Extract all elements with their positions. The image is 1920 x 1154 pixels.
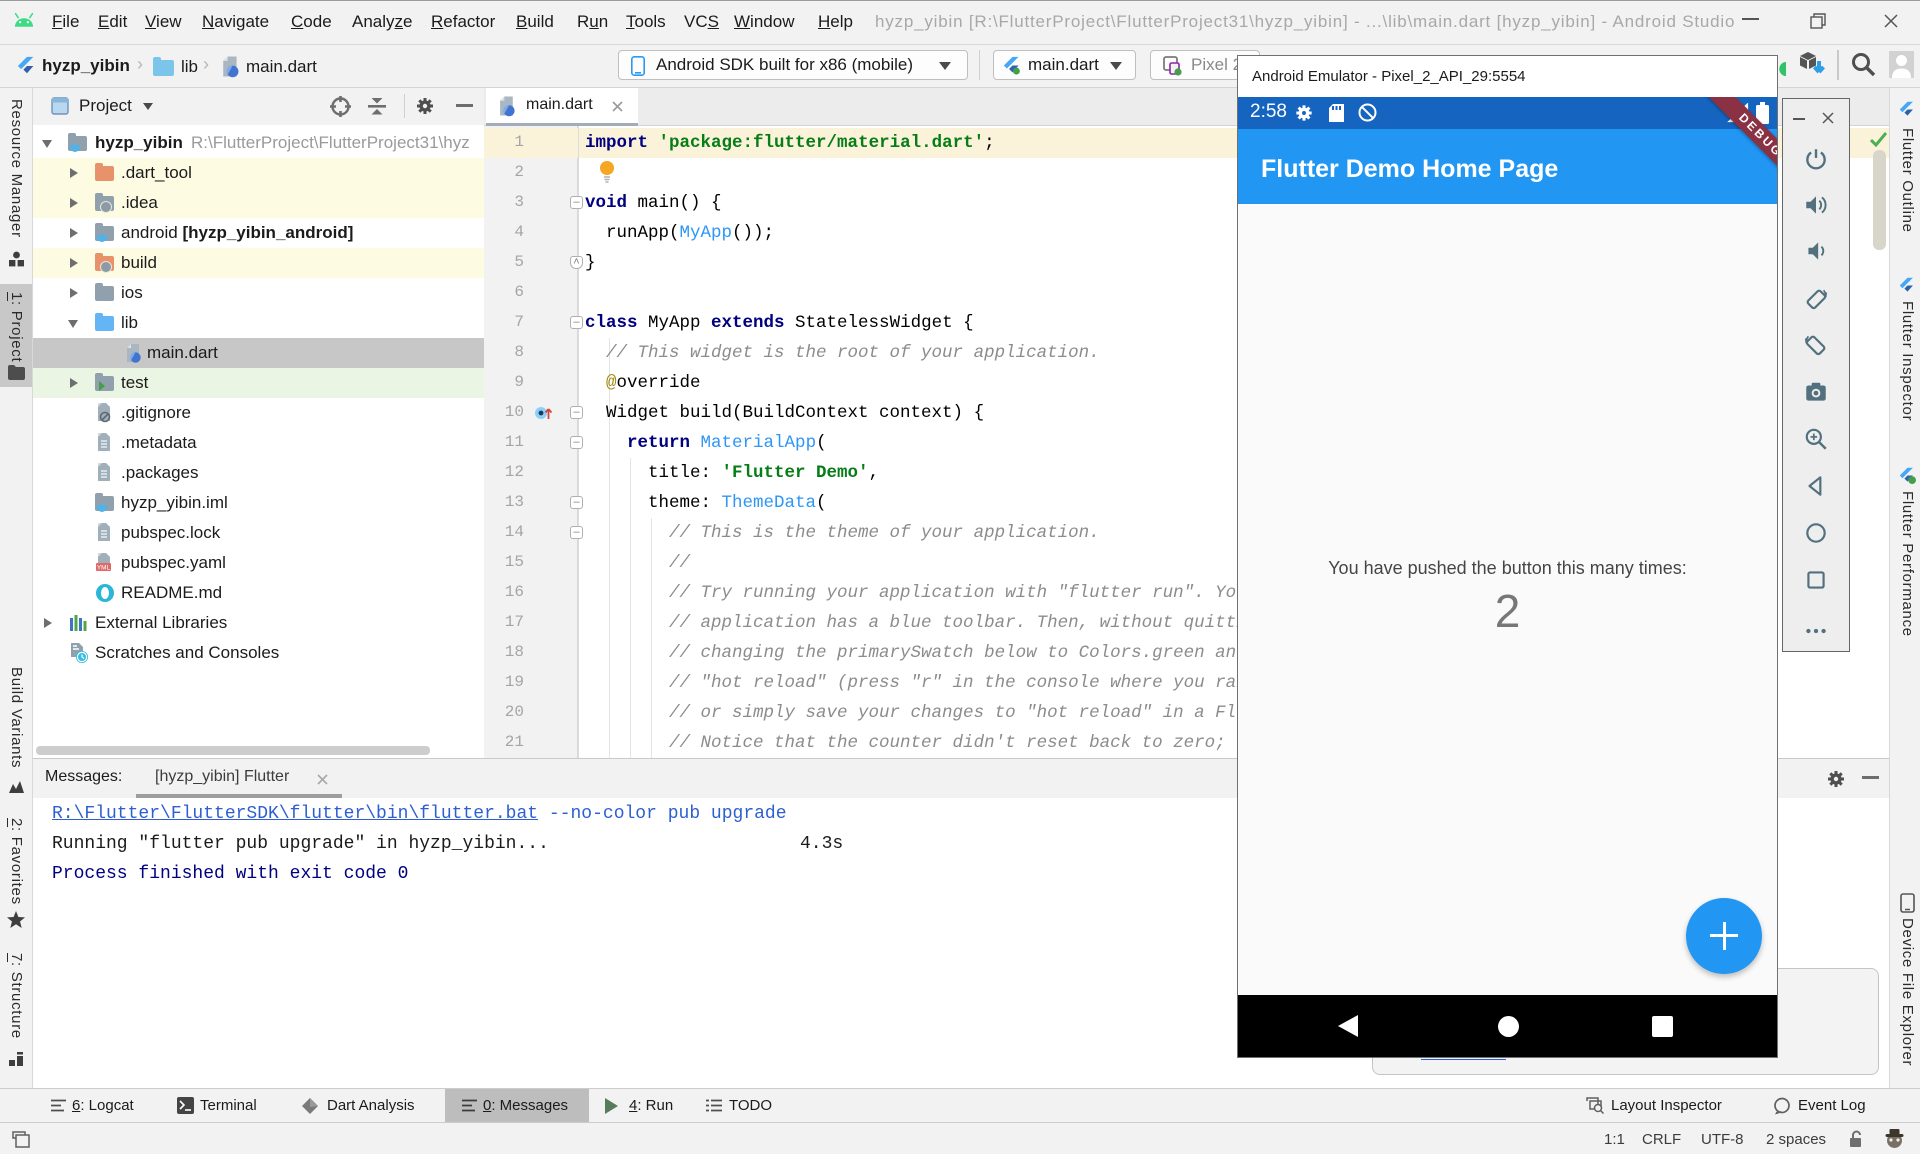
svg-text:YML: YML [97,565,111,572]
